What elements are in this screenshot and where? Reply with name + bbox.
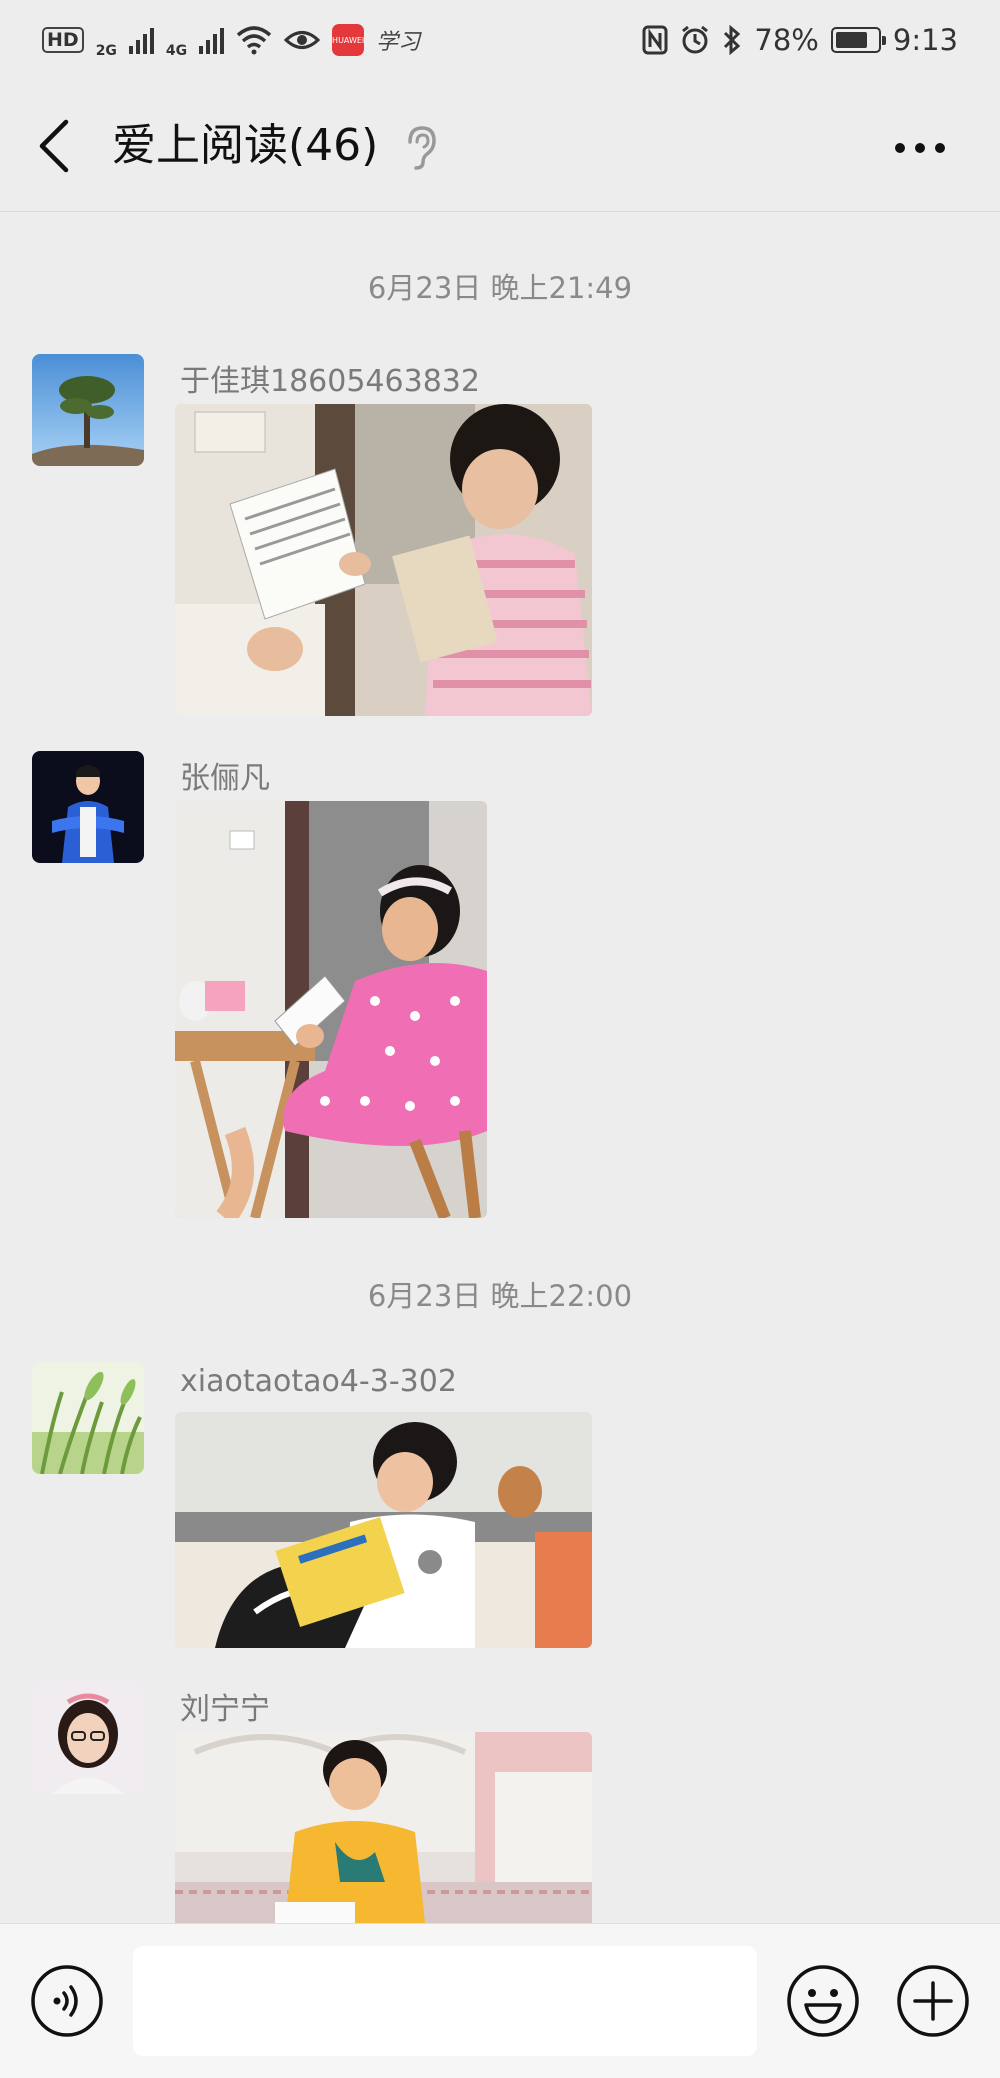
huawei-badge-text: HUAWEI [332, 35, 365, 45]
woman-avatar-image [32, 1682, 144, 1794]
avatar[interactable] [32, 1682, 144, 1794]
voice-input-icon[interactable] [30, 1964, 104, 2038]
study-app-label: 学习 [376, 30, 421, 55]
emoji-icon[interactable] [786, 1964, 860, 2038]
signal-icon [199, 26, 225, 54]
sender-name: 刘宁宁 [180, 1692, 270, 1727]
shared-photo[interactable] [175, 1412, 592, 1648]
status-bar: HD 2G 4G HUAWEI 学习 78% 9:13 [0, 0, 1000, 80]
message-text-field[interactable] [133, 1946, 757, 2056]
timestamp: 6月23日 晚上21:49 [367, 271, 633, 305]
sender-name: 张俪凡 [180, 761, 270, 796]
performer-avatar-image [32, 751, 144, 863]
nfc-icon [642, 25, 668, 55]
battery-percent: 78% [754, 23, 819, 57]
battery-fill [835, 32, 868, 48]
girl-reading-photo [175, 1412, 592, 1648]
network-2g-label: 2G [95, 43, 117, 59]
avatar[interactable] [32, 1362, 144, 1474]
sender-name: 于佳琪18605463832 [180, 364, 480, 399]
hd-label: HD [47, 29, 79, 51]
wifi-icon [237, 26, 272, 55]
network-4g-label: 4G [165, 43, 188, 59]
bluetooth-icon [724, 25, 741, 55]
grass-avatar-image [32, 1362, 144, 1474]
avatar[interactable] [32, 354, 144, 466]
girl-reading-photo [175, 801, 487, 1218]
message-input-bar [0, 1923, 1000, 2078]
chat-header: 爱上阅读(46) [0, 80, 1000, 212]
status-right: 78% 9:13 [642, 23, 958, 57]
status-left: HD 2G 4G HUAWEI 学习 [42, 22, 420, 58]
eye-icon [284, 31, 321, 49]
more-options-icon[interactable] [890, 128, 950, 168]
timestamp: 6月23日 晚上22:00 [367, 1279, 633, 1313]
alarm-icon [682, 25, 709, 54]
add-more-icon[interactable] [896, 1964, 970, 2038]
huawei-app-icon: HUAWEI [332, 24, 364, 56]
tree-avatar-image [32, 354, 144, 466]
ear-mute-icon [408, 126, 436, 170]
boy-reading-photo [175, 1732, 592, 1923]
sender-name: xiaotaotao4-3-302 [180, 1364, 457, 1399]
girl-reading-photo [175, 404, 592, 716]
signal-icon [128, 26, 154, 54]
chat-title: 爱上阅读(46) [112, 120, 379, 171]
shared-photo[interactable] [175, 801, 487, 1218]
hd-voice-icon: HD [42, 27, 84, 53]
avatar[interactable] [32, 751, 144, 863]
battery-icon [830, 27, 886, 53]
clock-time: 9:13 [892, 23, 958, 57]
back-arrow-icon[interactable] [32, 118, 76, 174]
shared-photo[interactable] [175, 1732, 592, 1923]
chat-messages[interactable]: 6月23日 晚上21:49 于佳琪18605463832 张俪凡 6月23日 晚… [0, 213, 1000, 1923]
shared-photo[interactable] [175, 404, 592, 716]
